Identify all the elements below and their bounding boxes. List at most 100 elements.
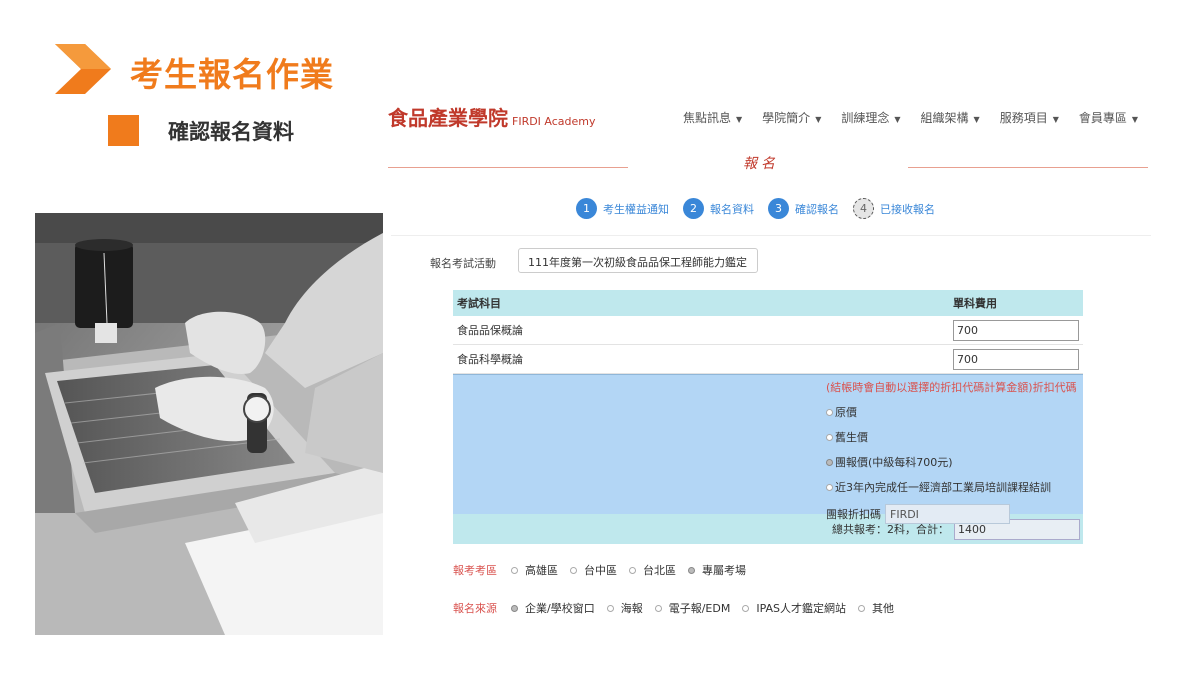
option-label: 電子報/EDM <box>668 602 731 615</box>
region-option-taichung[interactable]: 台中區 <box>570 562 617 578</box>
source-option-ipas[interactable]: IPAS人才鑑定網站 <box>742 600 846 616</box>
step-registration-data[interactable]: 2 報名資料 <box>683 198 754 219</box>
section-title: 報名 <box>743 156 779 172</box>
option-label: 團報價(中級每科700元) <box>835 456 953 469</box>
option-label: 其他 <box>872 602 895 615</box>
option-label: 舊生價 <box>835 431 868 444</box>
region-option-taipei[interactable]: 台北區 <box>629 562 676 578</box>
table-row: 食品品保概論 700 <box>453 316 1083 345</box>
fee-table-header: 考試科目 單科費用 <box>453 290 1083 316</box>
nav-label: 學院簡介 <box>762 111 811 125</box>
discount-option-training[interactable]: 近3年內完成任一經濟部工業局培訓課程結訓 <box>826 479 1077 495</box>
nav-item-philosophy[interactable]: 訓練理念 ▼ <box>841 109 900 126</box>
discount-option-returning[interactable]: 舊生價 <box>826 429 1077 445</box>
nav-label: 服務項目 <box>999 111 1048 125</box>
nav-item-members[interactable]: 會員專區 ▼ <box>1079 109 1138 126</box>
divider-right <box>908 167 1148 168</box>
activity-select[interactable]: 111年度第一次初級食品品保工程師能力鑑定 <box>518 248 758 273</box>
nav-item-about[interactable]: 學院簡介 ▼ <box>762 109 821 126</box>
option-label: 海報 <box>620 602 643 615</box>
col-fee-header: 單科費用 <box>953 297 997 310</box>
source-option-enterprise[interactable]: 企業/學校窗口 <box>511 600 595 616</box>
logo-text-en: FIRDI Academy <box>512 115 596 128</box>
progress-steps: 1 考生權益通知 2 報名資料 3 確認報名 4 已接收報名 <box>576 198 935 219</box>
chevron-arrow-icon <box>55 44 111 94</box>
laptop-photo <box>35 213 383 635</box>
caret-down-icon: ▼ <box>736 115 743 124</box>
option-label: 專屬考場 <box>702 564 746 577</box>
option-label: IPAS人才鑑定網站 <box>756 602 847 615</box>
nav-label: 訓練理念 <box>841 111 890 125</box>
option-label: 台北區 <box>643 564 676 577</box>
slide-title: 考生報名作業 <box>130 55 334 94</box>
radio-checked-icon <box>826 458 833 466</box>
slide: 考生報名作業 確認報名資料 食品產業學院 FIRDI Academy 焦點訊息 … <box>0 0 1200 675</box>
caret-down-icon: ▼ <box>973 115 980 124</box>
nav-item-news[interactable]: 焦點訊息 ▼ <box>683 109 742 126</box>
radio-icon <box>858 604 866 612</box>
divider-left <box>388 167 628 168</box>
step-label: 已接收報名 <box>880 202 935 216</box>
radio-icon <box>629 566 636 574</box>
radio-icon <box>654 604 662 612</box>
subject-cell: 食品品保概論 <box>457 324 523 337</box>
region-option-kaohsiung[interactable]: 高雄區 <box>511 562 558 578</box>
caret-down-icon: ▼ <box>815 115 822 124</box>
discount-option-group[interactable]: 團報價(中級每科700元) <box>826 454 1077 470</box>
step-number: 1 <box>576 198 597 219</box>
step-confirm[interactable]: 3 確認報名 <box>768 198 839 219</box>
table-row: 食品科學概論 700 <box>453 345 1083 374</box>
discount-code-field[interactable]: FIRDI <box>885 504 1010 524</box>
nav-label: 組織架構 <box>920 111 969 125</box>
nav-item-services[interactable]: 服務項目 ▼ <box>1000 109 1059 126</box>
fee-field[interactable]: 700 <box>953 319 1079 341</box>
region-option-dedicated[interactable]: 專屬考場 <box>688 562 746 578</box>
step-label: 報名資料 <box>710 202 754 216</box>
fee-field[interactable]: 700 <box>953 348 1079 370</box>
radio-checked-icon <box>511 604 518 612</box>
option-label: 台中區 <box>584 564 617 577</box>
option-label: 企業/學校窗口 <box>525 602 595 615</box>
step-number: 3 <box>768 198 789 219</box>
radio-icon <box>511 566 518 574</box>
col-subject-header: 考試科目 <box>457 297 501 310</box>
discount-option-original[interactable]: 原價 <box>826 404 1077 420</box>
radio-icon <box>826 433 833 441</box>
source-option-poster[interactable]: 海報 <box>606 600 643 616</box>
fee-table: 考試科目 單科費用 食品品保概論 700 食品科學概論 700 (結帳時會自動以… <box>453 290 1083 544</box>
radio-icon <box>606 604 614 612</box>
step-received[interactable]: 4 已接收報名 <box>853 198 935 219</box>
activity-label: 報名考試活動 <box>430 257 496 270</box>
nav-item-organization[interactable]: 組織架構 ▼ <box>921 109 980 126</box>
step-number: 2 <box>683 198 704 219</box>
option-label: 高雄區 <box>525 564 558 577</box>
steps-divider <box>391 235 1151 236</box>
caret-down-icon: ▼ <box>894 115 901 124</box>
step-rights-notice[interactable]: 1 考生權益通知 <box>576 198 669 219</box>
region-radio-group: 報考考區 高雄區 台中區 台北區 專屬考場 <box>453 562 758 578</box>
site-logo[interactable]: 食品產業學院 FIRDI Academy <box>388 102 596 131</box>
radio-icon <box>570 566 577 574</box>
region-label: 報考考區 <box>453 564 497 577</box>
caret-down-icon: ▼ <box>1131 115 1139 124</box>
caret-down-icon: ▼ <box>1052 115 1059 124</box>
discount-panel: (結帳時會自動以選擇的折扣代碼計算金額)折扣代碼 原價 舊生價 團報價(中級每科… <box>453 374 1083 524</box>
main-nav: 焦點訊息 ▼ 學院簡介 ▼ 訓練理念 ▼ 組織架構 ▼ 服務項目 ▼ 會員專區 ▼ <box>683 109 1138 126</box>
option-label: 近3年內完成任一經濟部工業局培訓課程結訓 <box>835 481 1051 494</box>
source-option-edm[interactable]: 電子報/EDM <box>654 600 731 616</box>
subject-cell: 食品科學概論 <box>457 353 523 366</box>
step-label: 考生權益通知 <box>603 202 669 216</box>
website-screenshot: 食品產業學院 FIRDI Academy 焦點訊息 ▼ 學院簡介 ▼ 訓練理念 ▼ 組… <box>383 95 1158 635</box>
option-label: 原價 <box>835 406 857 419</box>
step-number: 4 <box>853 198 874 219</box>
discount-code-label: 團報折扣碼 <box>826 508 881 521</box>
step-label: 確認報名 <box>795 202 839 216</box>
source-label: 報名來源 <box>453 602 497 615</box>
slide-subtitle: 確認報名資料 <box>168 120 294 144</box>
radio-icon <box>742 604 750 612</box>
radio-icon <box>826 408 833 416</box>
nav-label: 會員專區 <box>1078 111 1127 125</box>
source-option-other[interactable]: 其他 <box>858 600 894 616</box>
radio-icon <box>826 483 833 491</box>
nav-label: 焦點訊息 <box>683 111 732 125</box>
